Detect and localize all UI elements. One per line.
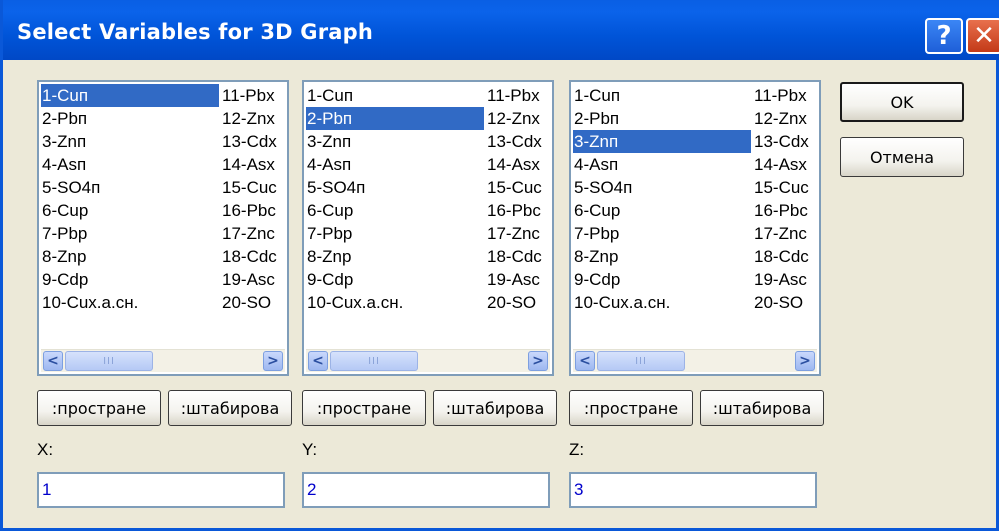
list-item[interactable]: 4-Asп	[573, 153, 751, 176]
list-item[interactable]: 16-Pbc	[486, 199, 552, 222]
x-space-button[interactable]: :пространe	[37, 390, 161, 426]
list-item[interactable]: 4-Asп	[41, 153, 219, 176]
list-item[interactable]: 17-Znc	[221, 222, 287, 245]
list-item[interactable]: 5-SO4п	[306, 176, 484, 199]
help-icon: ?	[936, 21, 952, 51]
list-item[interactable]: 11-Pbx	[221, 84, 287, 107]
list-item[interactable]: 1-Cuп	[573, 84, 751, 107]
list-item[interactable]: 7-Pbp	[573, 222, 751, 245]
scroll-left-icon[interactable]: <	[575, 351, 595, 371]
horizontal-scrollbar[interactable]: < III >	[41, 349, 285, 372]
list-item[interactable]: 11-Pbx	[486, 84, 552, 107]
list-item[interactable]: 2-Pbп	[573, 107, 751, 130]
list-item[interactable]: 13-Cdx	[486, 130, 552, 153]
scroll-right-icon[interactable]: >	[263, 351, 283, 371]
list-item[interactable]: 3-Znп	[41, 130, 219, 153]
list-item[interactable]: 12-Znx	[221, 107, 287, 130]
list-item[interactable]: 10-Cux.a.cн.	[573, 291, 751, 314]
list-item[interactable]: 14-Asx	[221, 153, 287, 176]
list-item[interactable]: 9-Cdp	[573, 268, 751, 291]
scroll-thumb[interactable]: III	[330, 351, 418, 371]
scroll-thumb[interactable]: III	[65, 351, 153, 371]
list-item[interactable]: 19-Asc	[753, 268, 819, 291]
list-item[interactable]: 12-Znx	[486, 107, 552, 130]
list-item[interactable]: 3-Znп	[306, 130, 484, 153]
list-item[interactable]: 20-SO	[753, 291, 819, 314]
list-item[interactable]: 15-Cuc	[486, 176, 552, 199]
list-item[interactable]: 5-SO4п	[41, 176, 219, 199]
list-item[interactable]: 5-SO4п	[573, 176, 751, 199]
variable-list-z[interactable]: 1-Cuп 2-Pbп 3-Znп 4-Asп 5-SO4п 6-Cup 7-Pbp 8-Zn…	[569, 80, 821, 376]
list-item[interactable]: 15-Cuc	[753, 176, 819, 199]
list-item[interactable]: 2-Pbп	[306, 107, 484, 130]
list-item[interactable]: 14-Asx	[753, 153, 819, 176]
help-button[interactable]: ?	[925, 18, 963, 54]
list-item[interactable]: 18-Cdc	[486, 245, 552, 268]
list-item[interactable]: 20-SO	[486, 291, 552, 314]
list-item[interactable]: 9-Cdp	[41, 268, 219, 291]
ok-button[interactable]: OK	[840, 82, 964, 122]
variable-list-y[interactable]: 1-Cuп 2-Pbп 3-Znп 4-Asп 5-SO4п 6-Cup 7-Pbp 8-Zn…	[302, 80, 554, 376]
list-item[interactable]: 4-Asп	[306, 153, 484, 176]
x-scale-button[interactable]: :штабирова	[168, 390, 292, 426]
list-item[interactable]: 7-Pbp	[41, 222, 219, 245]
scroll-right-icon[interactable]: >	[795, 351, 815, 371]
list-item[interactable]: 13-Cdx	[753, 130, 819, 153]
title-bar[interactable]: Select Variables for 3D Graph ? ✕	[3, 0, 999, 60]
list-item[interactable]: 8-Znp	[306, 245, 484, 268]
list-item[interactable]: 3-Znп	[573, 130, 751, 153]
list-item[interactable]: 17-Znc	[486, 222, 552, 245]
variable-list-x[interactable]: 1-Cuп 2-Pbп 3-Znп 4-Asп 5-SO4п 6-Cup 7-Pbp 8-Zn…	[37, 80, 289, 376]
dialog-window: Select Variables for 3D Graph ? ✕ 1-Cuп 2…	[0, 0, 999, 531]
z-space-button[interactable]: :пространe	[569, 390, 693, 426]
z-scale-button[interactable]: :штабирова	[700, 390, 824, 426]
list-item[interactable]: 2-Pbп	[41, 107, 219, 130]
horizontal-scrollbar[interactable]: < III >	[306, 349, 550, 372]
scroll-right-icon[interactable]: >	[528, 351, 548, 371]
x-axis-label: X:	[37, 440, 54, 459]
list-item[interactable]: 18-Cdc	[753, 245, 819, 268]
y-variable-input[interactable]: 2	[302, 472, 550, 508]
list-item[interactable]: 13-Cdx	[221, 130, 287, 153]
y-axis-label: Y:	[302, 440, 318, 459]
list-item[interactable]: 8-Znp	[41, 245, 219, 268]
list-item[interactable]: 19-Asc	[486, 268, 552, 291]
list-item[interactable]: 19-Asc	[221, 268, 287, 291]
list-item[interactable]: 15-Cuc	[221, 176, 287, 199]
scroll-thumb[interactable]: III	[597, 351, 685, 371]
list-item[interactable]: 8-Znp	[573, 245, 751, 268]
list-item[interactable]: 20-SO	[221, 291, 287, 314]
list-item[interactable]: 12-Znx	[753, 107, 819, 130]
close-icon: ✕	[973, 21, 995, 51]
cancel-button[interactable]: Отмена	[840, 137, 964, 177]
list-item[interactable]: 11-Pbx	[753, 84, 819, 107]
scroll-left-icon[interactable]: <	[43, 351, 63, 371]
list-item[interactable]: 16-Pbc	[753, 199, 819, 222]
window-title: Select Variables for 3D Graph	[17, 20, 374, 44]
y-scale-button[interactable]: :штабирова	[433, 390, 557, 426]
list-item[interactable]: 6-Cup	[306, 199, 484, 222]
list-item[interactable]: 16-Pbc	[221, 199, 287, 222]
list-item[interactable]: 14-Asx	[486, 153, 552, 176]
x-variable-input[interactable]: 1	[37, 472, 285, 508]
list-item[interactable]: 18-Cdc	[221, 245, 287, 268]
list-item[interactable]: 17-Znc	[753, 222, 819, 245]
list-item[interactable]: 6-Cup	[573, 199, 751, 222]
close-button[interactable]: ✕	[966, 18, 999, 54]
list-item[interactable]: 9-Cdp	[306, 268, 484, 291]
z-axis-label: Z:	[569, 440, 585, 459]
z-variable-input[interactable]: 3	[569, 472, 817, 508]
scroll-left-icon[interactable]: <	[308, 351, 328, 371]
horizontal-scrollbar[interactable]: < III >	[573, 349, 817, 372]
list-item[interactable]: 1-Cuп	[41, 84, 219, 107]
list-item[interactable]: 6-Cup	[41, 199, 219, 222]
list-item[interactable]: 10-Cux.a.cн.	[306, 291, 484, 314]
list-item[interactable]: 10-Cux.a.cн.	[41, 291, 219, 314]
list-item[interactable]: 1-Cuп	[306, 84, 484, 107]
list-item[interactable]: 7-Pbp	[306, 222, 484, 245]
y-space-button[interactable]: :пространe	[302, 390, 426, 426]
